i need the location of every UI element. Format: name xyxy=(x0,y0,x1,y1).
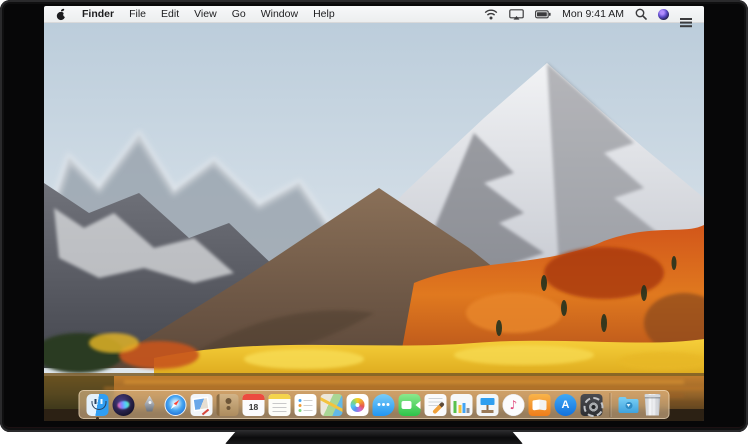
menu-items: File Edit View Go Window Help xyxy=(129,8,335,20)
dock-siri-icon[interactable] xyxy=(113,394,135,416)
dock-appstore-icon[interactable]: A xyxy=(555,394,577,416)
dock-pages-icon[interactable] xyxy=(425,394,447,416)
tv-stand xyxy=(225,430,523,444)
dock-contacts-icon[interactable] xyxy=(217,394,239,416)
dock-trash-icon[interactable] xyxy=(644,394,662,416)
running-indicator-dot xyxy=(96,417,99,420)
dock-finder-icon[interactable] xyxy=(87,394,109,416)
menu-go[interactable]: Go xyxy=(232,8,246,20)
dock-mail-icon[interactable] xyxy=(191,394,213,416)
menu-help[interactable]: Help xyxy=(313,8,335,20)
dock-sysprefs-icon[interactable] xyxy=(581,394,603,416)
dock-launchpad-icon[interactable] xyxy=(139,394,161,416)
menu-view[interactable]: View xyxy=(194,8,217,20)
dock-safari-icon[interactable] xyxy=(165,394,187,416)
menu-clock[interactable]: Mon 9:41 AM xyxy=(562,8,624,20)
dock-calendar-glyph: 18 xyxy=(243,394,265,416)
menu-file[interactable]: File xyxy=(129,8,146,20)
wifi-icon[interactable] xyxy=(484,9,498,20)
dock-calendar-icon[interactable]: 18 xyxy=(243,394,265,416)
menu-window[interactable]: Window xyxy=(261,8,298,20)
dock-facetime-icon[interactable] xyxy=(399,394,421,416)
dock-downloads-icon[interactable] xyxy=(618,394,640,416)
dock-keynote-icon[interactable] xyxy=(477,394,499,416)
menu-app-finder[interactable]: Finder xyxy=(82,8,114,20)
dock-separator xyxy=(610,393,611,417)
airplay-display-icon[interactable] xyxy=(509,9,524,20)
apple-menu-icon[interactable] xyxy=(56,8,67,21)
spotlight-search-icon[interactable] xyxy=(635,8,647,20)
dock-numbers-icon[interactable] xyxy=(451,394,473,416)
dock-messages-icon[interactable] xyxy=(373,394,395,416)
dock-itunes-glyph: ♪ xyxy=(503,394,525,416)
desktop-screen: Finder File Edit View Go Window Help xyxy=(44,6,704,421)
menu-bar: Finder File Edit View Go Window Help xyxy=(44,6,704,23)
menu-edit[interactable]: Edit xyxy=(161,8,179,20)
wallpaper-high-sierra xyxy=(44,23,704,421)
dock-maps-icon[interactable] xyxy=(321,394,343,416)
dock-ibooks-icon[interactable] xyxy=(529,394,551,416)
dock-photos-icon[interactable] xyxy=(347,394,369,416)
dock-appstore-glyph: A xyxy=(555,394,577,416)
battery-icon[interactable] xyxy=(535,10,551,19)
menu-status-area: Mon 9:41 AM xyxy=(484,8,692,20)
dock-itunes-icon[interactable]: ♪ xyxy=(503,394,525,416)
menu-left: Finder File Edit View Go Window Help xyxy=(56,8,335,21)
siri-icon[interactable] xyxy=(658,9,669,20)
dock-notes-icon[interactable] xyxy=(269,394,291,416)
dock-reminders-icon[interactable] xyxy=(295,394,317,416)
notification-center-icon[interactable] xyxy=(680,9,692,20)
dock: 18 ♪ A xyxy=(79,390,670,419)
scene: Finder File Edit View Go Window Help xyxy=(0,0,748,446)
